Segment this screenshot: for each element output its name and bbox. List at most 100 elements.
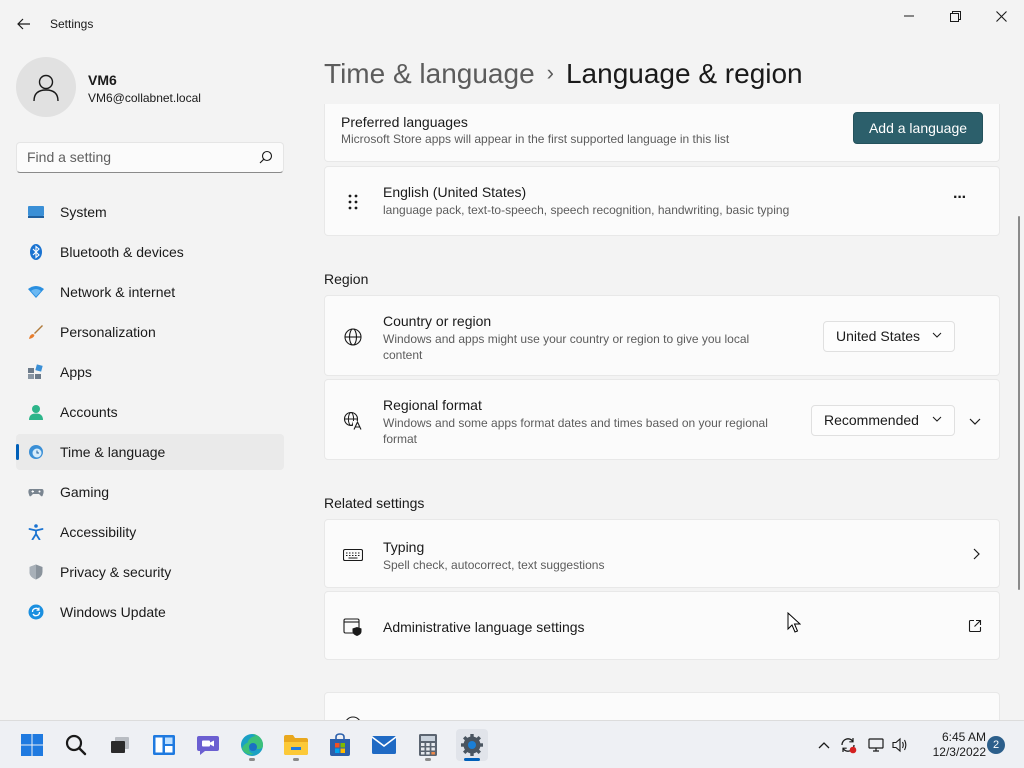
sidebar-item-label: Apps	[60, 364, 92, 380]
taskbar-task-view-button[interactable]	[104, 729, 136, 761]
sidebar-item-label: System	[60, 204, 107, 220]
sidebar-item-bluetooth[interactable]: Bluetooth & devices	[16, 234, 284, 270]
admin-language-title: Administrative language settings	[383, 619, 585, 635]
region-section-title: Region	[324, 271, 369, 287]
sidebar-item-label: Network & internet	[60, 284, 176, 300]
gaming-icon	[28, 489, 44, 497]
sidebar-item-label: Privacy & security	[60, 564, 172, 580]
taskbar-mail-button[interactable]	[368, 729, 400, 761]
drag-handle-icon[interactable]	[343, 192, 363, 212]
taskbar-start-button[interactable]	[16, 729, 48, 761]
regional-format-icon	[343, 411, 362, 430]
sidebar-item-label: Gaming	[60, 484, 110, 500]
preferred-languages-desc: Microsoft Store apps will appear in the …	[341, 132, 730, 146]
expand-chevron-icon[interactable]	[969, 415, 981, 427]
back-arrow-icon	[17, 18, 30, 30]
regional-format-value: Recommended	[824, 412, 919, 428]
sidebar-item-privacy[interactable]: Privacy & security	[16, 554, 284, 590]
store-icon	[330, 733, 350, 756]
related-settings-title: Related settings	[324, 495, 425, 511]
taskbar-store-button[interactable]	[324, 729, 356, 761]
breadcrumb-parent[interactable]: Time & language	[324, 58, 535, 89]
sidebar-item-label: Accessibility	[60, 524, 137, 540]
taskbar-search-button[interactable]	[60, 729, 92, 761]
clock-time: 6:45 AM	[941, 730, 986, 744]
sidebar-item-label: Accounts	[60, 404, 118, 420]
regional-format-card[interactable]: Regional format Windows and some apps fo…	[324, 379, 1000, 460]
preferred-languages-card: Preferred languages Microsoft Store apps…	[324, 104, 1000, 162]
chevron-up-icon	[818, 742, 830, 749]
regional-format-title: Regional format	[383, 397, 482, 413]
widgets-icon	[153, 735, 175, 755]
tray-volume[interactable]	[890, 735, 910, 755]
country-region-dropdown[interactable]: United States	[823, 321, 955, 352]
regional-format-dropdown[interactable]: Recommended	[811, 405, 955, 436]
sidebar-item-label: Time & language	[60, 444, 166, 460]
typing-desc: Spell check, autocorrect, text suggestio…	[383, 558, 605, 572]
restore-button[interactable]	[932, 4, 978, 28]
avatar	[16, 57, 76, 117]
admin-language-link-card[interactable]: Administrative language settings	[324, 591, 1000, 660]
minimize-button[interactable]	[886, 4, 932, 28]
taskbar-widgets-button[interactable]	[148, 729, 180, 761]
taskbar-settings-button[interactable]	[456, 729, 488, 761]
person-icon	[33, 74, 59, 102]
back-button[interactable]	[10, 12, 38, 36]
user-profile[interactable]: VM6 VM6@collabnet.local	[16, 57, 286, 117]
window-title: Settings	[50, 17, 94, 31]
running-indicator	[425, 758, 431, 761]
tray-overflow-button[interactable]	[814, 735, 834, 755]
country-region-card: Country or region Windows and apps might…	[324, 295, 1000, 376]
running-indicator	[293, 758, 299, 761]
chevron-down-icon	[932, 332, 942, 338]
search-icon	[65, 734, 87, 756]
content-scrollbar[interactable]	[1018, 216, 1020, 590]
minimize-icon	[904, 15, 914, 17]
typing-title: Typing	[383, 539, 425, 555]
edge-icon	[241, 734, 263, 756]
sidebar-item-windows-update[interactable]: Windows Update	[16, 594, 284, 630]
chat-icon	[197, 736, 219, 755]
typing-link-card[interactable]: Typing Spell check, autocorrect, text su…	[324, 519, 1000, 588]
language-item-card[interactable]: English (United States) language pack, t…	[324, 166, 1000, 236]
settings-icon	[461, 734, 483, 756]
time-language-icon	[29, 445, 43, 459]
taskbar-calculator-button[interactable]	[412, 729, 444, 761]
sidebar-item-network[interactable]: Network & internet	[16, 274, 284, 310]
tray-sync-status[interactable]	[838, 735, 858, 755]
sidebar-nav: System Bluetooth & devices Network & int…	[16, 194, 284, 634]
user-name: VM6	[88, 72, 117, 88]
regional-format-desc-line1: Windows and some apps format dates and t…	[383, 416, 768, 430]
keyboard-icon	[343, 548, 363, 562]
network-status-icon	[868, 738, 884, 752]
active-indicator	[464, 758, 480, 761]
sidebar-item-personalization[interactable]: Personalization	[16, 314, 284, 350]
add-language-button[interactable]: Add a language	[853, 112, 983, 144]
more-options-button[interactable]: ···	[953, 189, 967, 207]
taskbar-clock[interactable]: 6:45 AM 12/3/2022	[916, 730, 986, 760]
taskbar-chat-button[interactable]	[192, 729, 224, 761]
search-box[interactable]	[16, 142, 284, 173]
tray-network-status[interactable]	[866, 735, 886, 755]
taskbar-edge-button[interactable]	[236, 729, 268, 761]
sidebar-item-accessibility[interactable]: Accessibility	[16, 514, 284, 550]
shield-icon	[29, 564, 43, 580]
task-view-icon	[111, 737, 129, 753]
language-name: English (United States)	[383, 184, 527, 200]
taskbar: 6:45 AM 12/3/2022 2	[0, 720, 1024, 768]
sidebar-item-time-language[interactable]: Time & language	[16, 434, 284, 470]
language-features: language pack, text-to-speech, speech re…	[383, 203, 790, 217]
sidebar-item-apps[interactable]: Apps	[16, 354, 284, 390]
sidebar-item-system[interactable]: System	[16, 194, 284, 230]
close-button[interactable]	[978, 4, 1024, 28]
sidebar-item-accounts[interactable]: Accounts	[16, 394, 284, 430]
search-input[interactable]	[27, 149, 247, 165]
sidebar-item-gaming[interactable]: Gaming	[16, 474, 284, 510]
regional-format-desc-line2: format	[383, 432, 418, 446]
search-icon	[259, 150, 273, 164]
taskbar-file-explorer-button[interactable]	[280, 729, 312, 761]
country-region-title: Country or region	[383, 313, 492, 329]
calculator-icon	[419, 734, 437, 756]
clock-date: 12/3/2022	[932, 745, 986, 759]
notification-badge[interactable]: 2	[987, 736, 1005, 754]
